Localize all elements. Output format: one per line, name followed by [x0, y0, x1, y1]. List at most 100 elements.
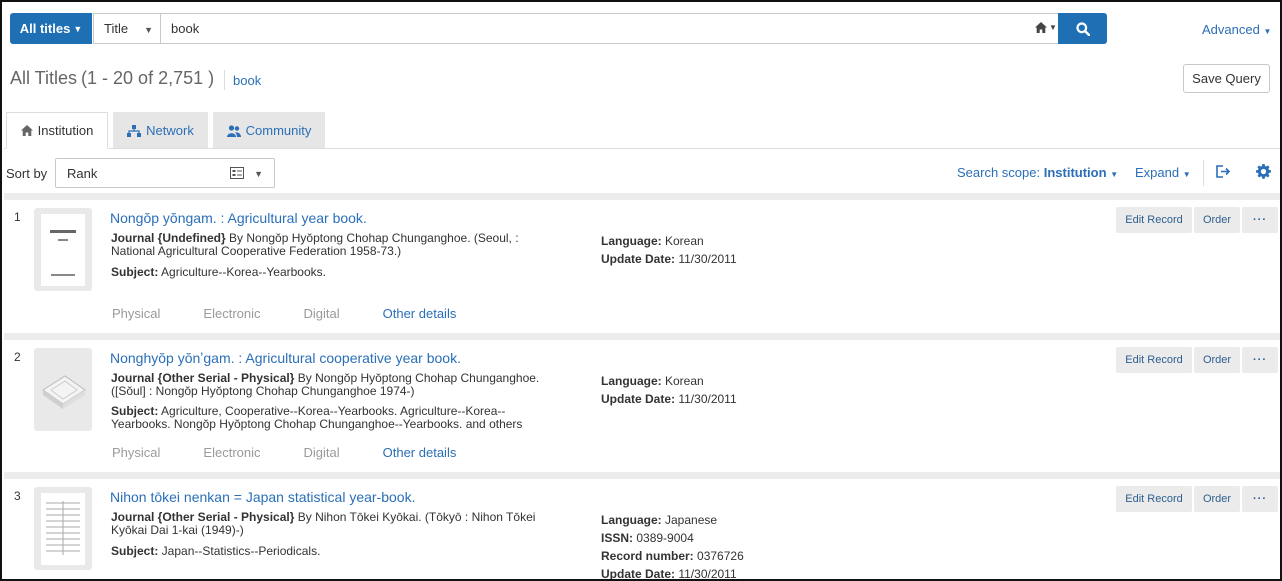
order-button[interactable]: Order	[1194, 486, 1240, 512]
sort-dropdown[interactable]: Rank ▼	[55, 158, 275, 188]
meta-key: Language:	[601, 374, 662, 388]
meta-value: 11/30/2011	[675, 252, 737, 266]
results-title-text: All Titles	[10, 68, 78, 88]
meta-key: Language:	[601, 234, 662, 248]
results-separator	[4, 472, 1280, 479]
meta-row: Language: Korean	[601, 232, 737, 250]
result-title-link[interactable]: Nihon tōkei nenkan = Japan statistical y…	[110, 489, 415, 505]
order-button[interactable]: Order	[1194, 347, 1240, 373]
search-input[interactable]: book	[160, 13, 1059, 44]
result-number: 2	[14, 350, 21, 364]
export-button[interactable]	[1215, 164, 1231, 182]
order-button[interactable]: Order	[1194, 207, 1240, 233]
advanced-search-link[interactable]: Advanced ▼	[1202, 22, 1271, 37]
subject-value: Japan--Statistics--Periodicals.	[158, 544, 321, 558]
result-item: 1 Nongŏp yŏngam. : Agricultural year boo…	[4, 200, 1280, 333]
search-field-dropdown[interactable]: Title ▼	[93, 13, 161, 44]
cover-thumbnail[interactable]	[34, 348, 92, 431]
meta-row: Update Date: 11/30/2011	[601, 565, 744, 581]
results-separator	[4, 333, 1280, 340]
meta-row: Language: Japanese	[601, 511, 744, 529]
more-actions-button[interactable]: ···	[1242, 347, 1278, 373]
caret-down-icon: ▼	[1110, 170, 1119, 179]
result-meta: Language: Korean Update Date: 11/30/2011	[601, 372, 737, 408]
magnifier-icon	[1075, 21, 1090, 36]
tab-network[interactable]: Network	[113, 112, 208, 149]
save-query-button[interactable]: Save Query	[1183, 64, 1270, 93]
home-scope-dropdown[interactable]: ▼	[1035, 22, 1057, 33]
subject-value: Agriculture, Cooperative--Korea--Yearboo…	[111, 404, 523, 431]
meta-value: 0376726	[693, 549, 744, 563]
physical-link: Physical	[112, 306, 161, 321]
expand-dropdown[interactable]: Expand ▼	[1135, 165, 1191, 180]
tab-institution[interactable]: Institution	[6, 112, 108, 149]
more-actions-button[interactable]: ···	[1242, 207, 1278, 233]
tab-community[interactable]: Community	[213, 112, 325, 149]
result-description: Journal {Other Serial - Physical} By Non…	[111, 372, 541, 398]
edit-record-button[interactable]: Edit Record	[1116, 347, 1192, 373]
meta-value: Japanese	[661, 513, 718, 527]
meta-key: Update Date:	[601, 567, 676, 581]
results-separator	[4, 193, 1280, 200]
cover-thumbnail[interactable]	[34, 208, 92, 291]
cover-thumbnail[interactable]	[34, 487, 92, 570]
search-scope-label: All titles	[19, 21, 71, 36]
edit-record-button[interactable]: Edit Record	[1116, 207, 1192, 233]
caret-down-icon: ▼	[1182, 170, 1191, 179]
advanced-label: Advanced	[1202, 22, 1260, 37]
divider	[224, 70, 225, 90]
other-details-link[interactable]: Other details	[383, 445, 457, 460]
divider	[1203, 160, 1204, 186]
list-view-icon	[230, 167, 244, 179]
sort-label: Sort by	[6, 166, 48, 181]
export-icon	[1216, 165, 1231, 178]
more-actions-button[interactable]: ···	[1242, 486, 1278, 512]
app-frame: All titles ▼ Title ▼ book ▼ Advanced ▼ A…	[0, 0, 1282, 581]
network-icon	[127, 124, 142, 137]
search-scope-selector[interactable]: Search scope: Institution ▼	[957, 165, 1118, 180]
result-description: Journal {Undefined} By Nongŏp Hyŏptong C…	[111, 232, 541, 258]
meta-row: Update Date: 11/30/2011	[601, 390, 737, 408]
meta-key: ISSN:	[601, 531, 634, 545]
result-number: 3	[14, 489, 21, 503]
search-bar: All titles ▼ Title ▼ book ▼	[10, 13, 1107, 45]
meta-row: Language: Korean	[601, 372, 737, 390]
tab-label: Institution	[37, 123, 94, 138]
meta-key: Record number:	[601, 549, 694, 563]
settings-button[interactable]	[1256, 164, 1271, 182]
resource-type: Journal {Other Serial - Physical}	[111, 371, 295, 385]
caret-down-icon: ▼	[254, 169, 263, 179]
save-query-label: Save Query	[1192, 71, 1261, 86]
query-chip-text: book	[233, 73, 262, 88]
edit-record-button[interactable]: Edit Record	[1116, 486, 1192, 512]
caret-down-icon: ▼	[144, 25, 153, 35]
scope-value: Institution	[1043, 165, 1107, 180]
subject-value: Agriculture--Korea--Yearbooks.	[158, 265, 326, 279]
resource-type: Journal {Other Serial - Physical}	[111, 510, 295, 524]
result-links: Physical Electronic Digital Other detail…	[112, 445, 499, 460]
subject-label: Subject:	[111, 544, 159, 558]
subject-label: Subject:	[111, 404, 159, 418]
query-chip[interactable]: book	[233, 73, 261, 88]
meta-row: ISSN: 0389-9004	[601, 529, 744, 547]
search-button[interactable]	[1058, 13, 1107, 44]
result-number: 1	[14, 210, 21, 224]
meta-key: Update Date:	[601, 252, 676, 266]
caret-down-icon: ▼	[73, 23, 83, 34]
gear-icon	[1256, 164, 1271, 179]
sort-value: Rank	[67, 165, 98, 181]
meta-value: 11/30/2011	[675, 392, 737, 406]
result-subject: Subject: Japan--Statistics--Periodicals.	[111, 545, 551, 558]
search-query-text: book	[171, 21, 200, 36]
search-scope-dropdown[interactable]: All titles ▼	[10, 13, 92, 44]
book-cover-image	[42, 374, 86, 409]
home-icon	[1035, 22, 1047, 33]
other-details-link[interactable]: Other details	[383, 306, 457, 321]
meta-key: Language:	[601, 513, 662, 527]
electronic-link: Electronic	[203, 306, 261, 321]
result-meta: Language: Korean Update Date: 11/30/2011	[601, 232, 737, 268]
result-meta: Language: Japanese ISSN: 0389-9004 Recor…	[601, 511, 744, 581]
result-title-link[interactable]: Nongŏp yŏngam. : Agricultural year book.	[110, 210, 367, 226]
result-title-link[interactable]: Nonghyŏp yŏnʼgam. : Agricultural coopera…	[110, 350, 461, 366]
meta-row: Record number: 0376726	[601, 547, 744, 565]
